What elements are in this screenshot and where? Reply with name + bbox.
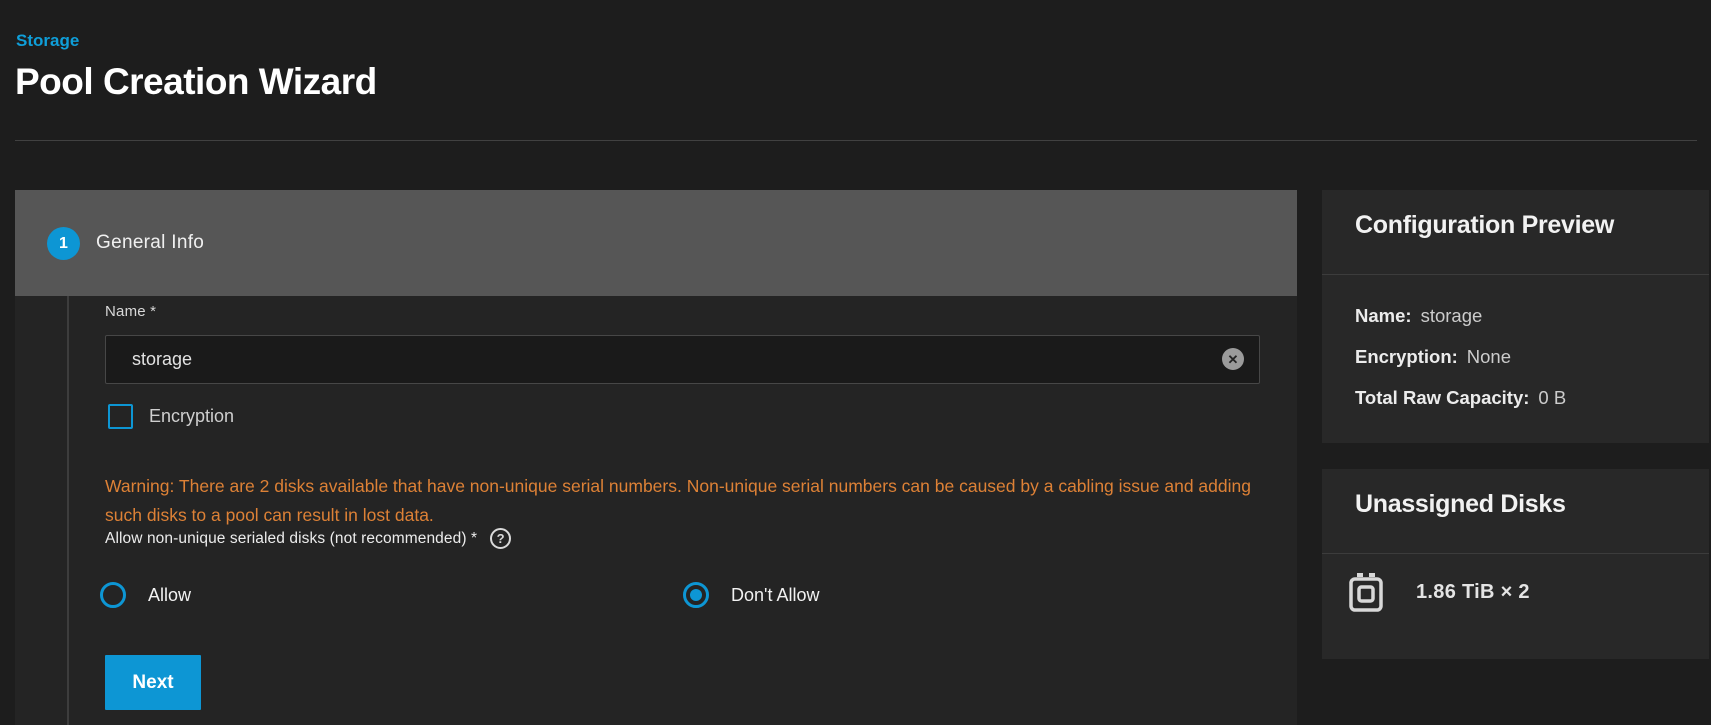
- encryption-checkbox[interactable]: [108, 404, 133, 429]
- unassigned-disks-panel: Unassigned Disks 1.86 TiB × 2: [1322, 469, 1709, 659]
- help-icon[interactable]: ?: [490, 528, 511, 549]
- stepper-connector-line: [67, 268, 69, 725]
- clear-input-icon[interactable]: ✕: [1222, 348, 1244, 370]
- config-label: Name:: [1355, 305, 1412, 327]
- ssd-disk-icon: [1348, 572, 1384, 612]
- config-label: Encryption:: [1355, 346, 1458, 368]
- configuration-preview-title: Configuration Preview: [1355, 211, 1614, 240]
- encryption-checkbox-row[interactable]: Encryption: [108, 404, 234, 429]
- pool-wizard-card: 1 General Info Name * ✕ Encryption Warni…: [15, 190, 1297, 725]
- allow-serialed-label-row: Allow non-unique serialed disks (not rec…: [105, 528, 511, 549]
- config-row-capacity: Total Raw Capacity: 0 B: [1355, 377, 1566, 418]
- name-input[interactable]: [105, 335, 1260, 384]
- encryption-checkbox-label: Encryption: [149, 406, 234, 427]
- config-row-name: Name: storage: [1355, 295, 1566, 336]
- unassigned-disks-title: Unassigned Disks: [1355, 490, 1566, 519]
- radio-dont-allow-label: Don't Allow: [731, 585, 819, 606]
- header-divider: [15, 140, 1697, 141]
- panel-divider: [1322, 553, 1709, 554]
- name-field-label: Name *: [105, 303, 156, 320]
- panel-divider: [1322, 274, 1709, 275]
- config-value: None: [1467, 346, 1511, 368]
- config-row-encryption: Encryption: None: [1355, 336, 1566, 377]
- name-input-wrap: ✕: [105, 335, 1260, 384]
- unassigned-disk-row: 1.86 TiB × 2: [1348, 572, 1530, 612]
- config-value: storage: [1421, 305, 1483, 327]
- radio-dont-allow-circle[interactable]: [683, 582, 709, 608]
- radio-allow-circle[interactable]: [100, 582, 126, 608]
- configuration-preview-panel: Configuration Preview Name: storage Encr…: [1322, 190, 1709, 443]
- config-value: 0 B: [1538, 387, 1566, 409]
- non-unique-serial-warning: Warning: There are 2 disks available tha…: [105, 472, 1253, 530]
- allow-serialed-label: Allow non-unique serialed disks (not rec…: [105, 530, 477, 548]
- step-number-badge: 1: [47, 227, 80, 260]
- radio-dont-allow[interactable]: Don't Allow: [683, 582, 819, 608]
- disk-size-text: 1.86 TiB × 2: [1416, 581, 1530, 604]
- config-label: Total Raw Capacity:: [1355, 387, 1529, 409]
- page-title: Pool Creation Wizard: [15, 61, 377, 103]
- breadcrumb-storage-link[interactable]: Storage: [16, 31, 79, 51]
- radio-allow-label: Allow: [148, 585, 191, 606]
- configuration-preview-rows: Name: storage Encryption: None Total Raw…: [1355, 295, 1566, 418]
- radio-allow[interactable]: Allow: [100, 582, 191, 608]
- step-label: General Info: [96, 190, 204, 296]
- step-header-general-info[interactable]: 1 General Info: [15, 190, 1297, 296]
- allow-radio-group: Allow Don't Allow: [15, 582, 1297, 609]
- next-button[interactable]: Next: [105, 655, 201, 710]
